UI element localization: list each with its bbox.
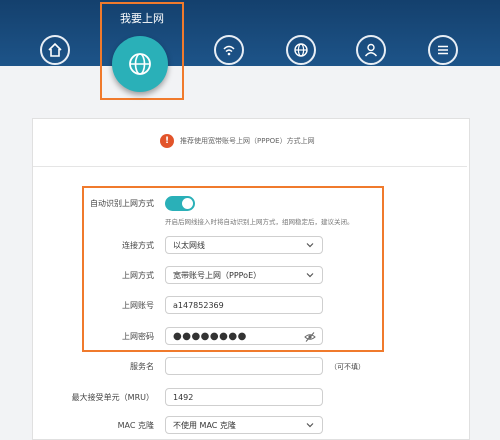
auto-detect-label: 自动识别上网方式	[90, 199, 154, 208]
mode-label: 上网方式	[122, 271, 154, 280]
mru-label: 最大接受单元（MRU）	[71, 393, 154, 402]
mode-value: 宽带账号上网（PPPoE）	[173, 270, 262, 280]
nav-network-button[interactable]	[286, 35, 316, 65]
menu-icon	[438, 45, 448, 55]
connection-select[interactable]: 以太网线	[165, 236, 323, 254]
globe-icon	[129, 53, 151, 75]
mru-input[interactable]: 1492	[165, 388, 323, 406]
password-label: 上网密码	[122, 332, 154, 341]
home-icon	[48, 42, 62, 57]
nav-home-button[interactable]	[40, 35, 70, 65]
wifi-icon	[223, 45, 235, 56]
auto-detect-toggle[interactable]	[165, 196, 195, 211]
warning-icon: !	[160, 134, 174, 148]
connection-label: 连接方式	[122, 241, 154, 250]
mac-select[interactable]: 不使用 MAC 克隆	[165, 416, 323, 434]
notice-text: 推荐使用宽带账号上网（PPPOE）方式上网	[180, 137, 315, 145]
user-icon	[364, 43, 378, 57]
mru-value: 1492	[173, 392, 194, 402]
account-label: 上网账号	[122, 301, 154, 310]
account-input[interactable]: a147852369	[165, 296, 323, 314]
divider	[33, 166, 467, 167]
nav-user-button[interactable]	[356, 35, 386, 65]
eye-hidden-icon[interactable]	[304, 331, 316, 343]
chevron-down-icon	[306, 273, 314, 278]
recommend-notice: ! 推荐使用宽带账号上网（PPPOE）方式上网	[160, 134, 315, 148]
network-icon	[294, 43, 308, 57]
mac-value: 不使用 MAC 克隆	[173, 420, 236, 430]
service-optional-note: （可不填）	[330, 363, 365, 371]
chevron-down-icon	[306, 423, 314, 428]
account-value: a147852369	[173, 300, 224, 310]
chevron-down-icon	[306, 243, 314, 248]
connection-value: 以太网线	[173, 240, 205, 250]
password-value: ●●●●●●●●	[173, 330, 247, 342]
auto-detect-hint: 开启后网线接入时将自动识别上网方式，组网稳定后，建议关闭。	[165, 218, 354, 226]
top-nav-bar	[0, 0, 500, 66]
mode-select[interactable]: 宽带账号上网（PPPoE）	[165, 266, 323, 284]
toggle-knob	[182, 198, 193, 209]
service-input[interactable]	[165, 357, 323, 375]
nav-wifi-button[interactable]	[214, 35, 244, 65]
password-input[interactable]: ●●●●●●●●	[165, 327, 323, 345]
nav-menu-button[interactable]	[428, 35, 458, 65]
nav-internet-button[interactable]	[112, 36, 168, 92]
service-label: 服务名	[130, 362, 154, 371]
